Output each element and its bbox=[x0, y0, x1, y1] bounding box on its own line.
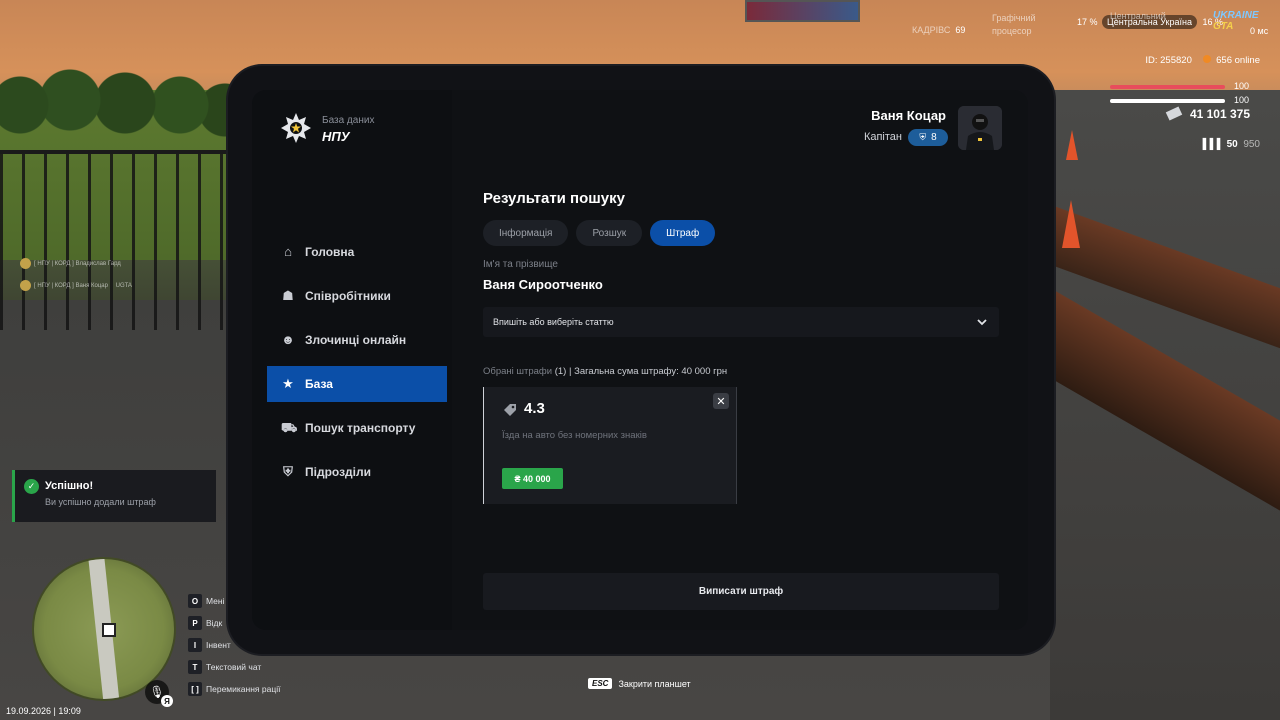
sidebar-item-label: Пошук транспорту bbox=[305, 421, 416, 435]
player-marker-icon bbox=[102, 623, 116, 637]
shield-icon: ⛨ bbox=[283, 464, 293, 479]
sidebar-nav: ⌂ Головна ☗ Співробітники ☻ Злочинці онл… bbox=[267, 234, 447, 498]
online-icon bbox=[1202, 55, 1211, 63]
toast-title: Успішно! bbox=[45, 480, 94, 492]
close-icon: ✕ bbox=[716, 395, 726, 408]
brand-title: НПУ bbox=[322, 129, 350, 144]
sidebar-item-label: Співробітники bbox=[305, 289, 391, 303]
esc-key: ESC bbox=[588, 678, 613, 689]
car-icon: ⛟ bbox=[281, 420, 298, 435]
tag-icon bbox=[503, 403, 517, 417]
player-id-online: ID: 255820 656 online bbox=[1145, 55, 1260, 66]
home-icon: ⌂ bbox=[284, 244, 292, 259]
ammo: ▌▌▌ 50 950 bbox=[1202, 139, 1260, 150]
fine-card: 4.3 ✕ Їзда на авто без номерних знаків ₴… bbox=[483, 387, 737, 504]
success-toast: ✓ Успішно! Ви успішно додали штраф bbox=[12, 470, 216, 522]
fence bbox=[0, 150, 230, 330]
fine-article-code: 4.3 bbox=[524, 400, 545, 417]
region-label: Центральний bbox=[1110, 11, 1166, 21]
fps-indicator: КАДРІВС 69 bbox=[912, 25, 966, 35]
traffic-cone bbox=[1066, 130, 1078, 160]
key-cap: I bbox=[188, 638, 202, 652]
keybind-row: I Інвент bbox=[188, 634, 280, 656]
ammo-icon: ▌▌▌ bbox=[1202, 139, 1224, 150]
article-select[interactable]: Впишіть або виберіть статтю bbox=[483, 307, 999, 337]
page-title: Результати пошуку bbox=[483, 190, 625, 207]
language-indicator: Я bbox=[161, 695, 173, 707]
money: 41 101 375 bbox=[1165, 106, 1250, 121]
main-content: Результати пошуку Інформація Розшук Штра… bbox=[483, 90, 1003, 630]
keybind-row: [ ] Перемикання рації bbox=[188, 678, 280, 700]
billboard bbox=[745, 0, 860, 22]
result-tabs: Інформація Розшук Штраф bbox=[483, 220, 716, 246]
chevron-down-icon bbox=[977, 318, 987, 325]
fine-amount-badge: ₴ 40 000 bbox=[502, 468, 563, 489]
ping: 0 мс bbox=[1250, 26, 1269, 36]
sidebar-item-database[interactable]: ★ База bbox=[267, 366, 447, 402]
name-label: Ім'я та прізвище bbox=[483, 259, 558, 270]
key-cap: [ ] bbox=[188, 682, 202, 696]
chat-avatar-icon bbox=[20, 280, 31, 291]
keybind-row: P Відк bbox=[188, 612, 280, 634]
criminal-icon: ☻ bbox=[281, 332, 295, 347]
keybind-row: T Текстовий чат bbox=[188, 656, 280, 678]
armor-value: 100 bbox=[1234, 95, 1250, 105]
tab-information[interactable]: Інформація bbox=[483, 220, 569, 246]
tab-fine[interactable]: Штраф bbox=[650, 220, 716, 246]
users-icon: ☗ bbox=[282, 288, 294, 303]
star-icon: ★ bbox=[282, 376, 294, 391]
gpu-indicator: Графічний процесор bbox=[992, 13, 1036, 36]
sidebar-item-home[interactable]: ⌂ Головна bbox=[267, 234, 447, 270]
sidebar-item-label: Злочинці онлайн bbox=[305, 333, 407, 347]
trees bbox=[0, 55, 240, 145]
sidebar: База даних НПУ ⌂ Головна ☗ Співробітники… bbox=[252, 90, 452, 630]
key-cap: O bbox=[188, 594, 202, 608]
health-value: 100 bbox=[1234, 81, 1250, 91]
fines-summary: Обрані штрафи (1) | Загальна сума штрафу… bbox=[483, 366, 728, 377]
sidebar-item-label: База bbox=[305, 377, 333, 391]
sidebar-item-label: Підрозділи bbox=[305, 465, 371, 479]
sidebar-item-employees[interactable]: ☗ Співробітники bbox=[267, 278, 447, 314]
date-time: 19.09.2026 | 19:09 bbox=[6, 706, 81, 716]
issue-fine-button[interactable]: Виписати штраф bbox=[483, 573, 999, 610]
chat-line: [ НПУ | КОРД ] Ваня Коцар UGTA bbox=[20, 280, 132, 291]
chat-avatar-icon bbox=[20, 258, 31, 269]
brand-subtitle: База даних bbox=[322, 115, 375, 126]
check-icon: ✓ bbox=[24, 479, 39, 494]
sidebar-item-units[interactable]: ⛨ Підрозділи bbox=[267, 454, 447, 490]
article-select-placeholder: Впишіть або виберіть статтю bbox=[493, 317, 614, 327]
traffic-cone bbox=[1062, 200, 1080, 248]
sidebar-item-criminals[interactable]: ☻ Злочинці онлайн bbox=[267, 322, 447, 358]
keybind-row: O Мені bbox=[188, 590, 280, 612]
key-cap: P bbox=[188, 616, 202, 630]
health-bar bbox=[1110, 85, 1225, 89]
sidebar-item-label: Головна bbox=[305, 245, 355, 259]
name-value: Ваня Сироотченко bbox=[483, 277, 603, 292]
cash-icon bbox=[1165, 106, 1182, 121]
armor-bar bbox=[1110, 99, 1225, 103]
remove-fine-button[interactable]: ✕ bbox=[713, 393, 729, 409]
key-cap: T bbox=[188, 660, 202, 674]
toast-text: Ви успішно додали штраф bbox=[45, 497, 156, 507]
chat-line: [ НПУ | КОРД ] Владислав Гард bbox=[20, 258, 121, 269]
tablet-screen: База даних НПУ ⌂ Головна ☗ Співробітники… bbox=[252, 90, 1028, 630]
fine-description: Їзда на авто без номерних знаків bbox=[502, 430, 647, 441]
police-star-icon bbox=[281, 113, 311, 143]
close-tablet-hint: ESC Закрити планшет bbox=[588, 678, 691, 689]
tab-wanted[interactable]: Розшук bbox=[576, 220, 643, 246]
keybind-hints: O Мені P Відк I Інвент T Текстовий чат [ ] Пе… bbox=[188, 590, 280, 700]
sidebar-item-vehicle-search[interactable]: ⛟ Пошук транспорту bbox=[267, 410, 447, 446]
